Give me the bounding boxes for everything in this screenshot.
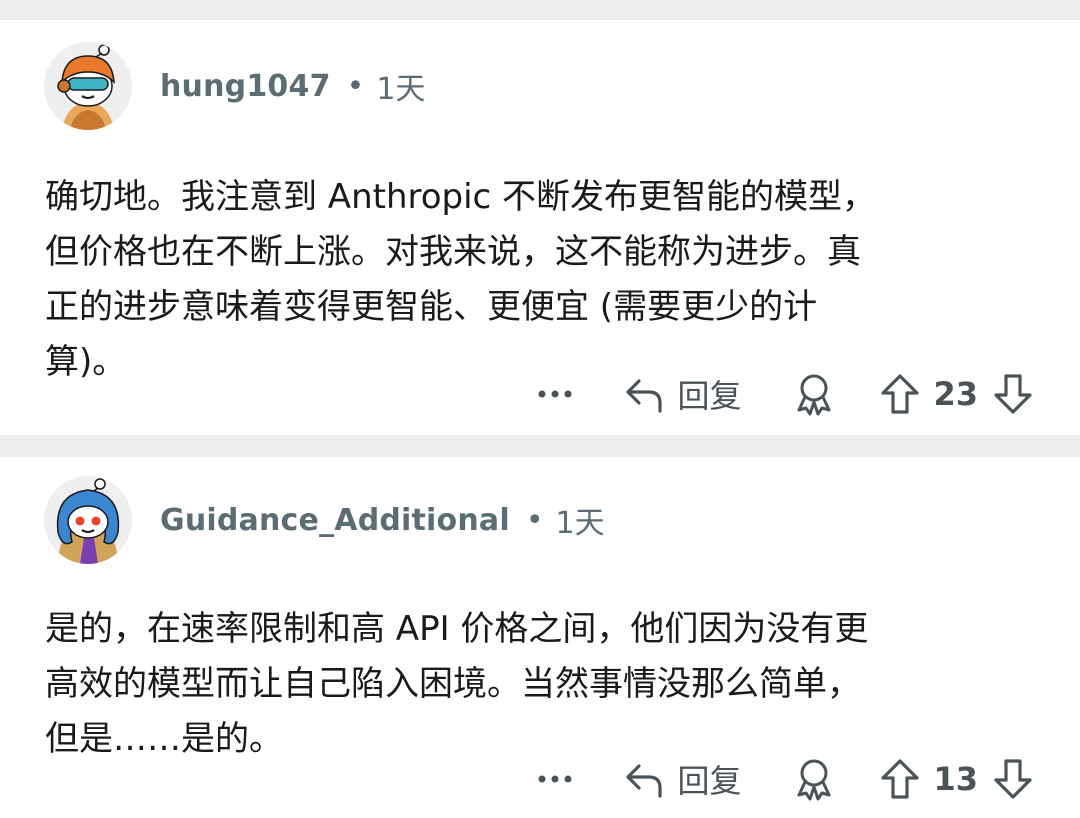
- comment-actions: 回复 13: [537, 754, 1034, 804]
- username[interactable]: hung1047: [160, 69, 331, 104]
- username[interactable]: Guidance_Additional: [160, 503, 510, 538]
- comment-card: Guidance_Additional • 1天 是的，在速率限制和高 API …: [0, 457, 1080, 818]
- snoo-avatar-hooded-icon[interactable]: [44, 476, 132, 564]
- more-options-button[interactable]: [537, 389, 573, 399]
- upvote-icon[interactable]: [879, 757, 921, 801]
- more-dots-icon: [538, 775, 572, 783]
- meta-separator: •: [525, 502, 544, 538]
- snoo-avatar-orange-helmet-icon[interactable]: [44, 42, 132, 130]
- more-dots-icon: [538, 390, 572, 398]
- award-button[interactable]: [793, 372, 835, 416]
- meta-separator: •: [346, 68, 365, 104]
- downvote-icon[interactable]: [992, 372, 1034, 416]
- comment-header: hung1047 • 1天: [44, 42, 425, 130]
- more-options-button[interactable]: [537, 774, 573, 784]
- comment-actions: 回复 23: [537, 369, 1034, 419]
- award-icon: [797, 759, 831, 801]
- award-icon: [797, 374, 831, 416]
- timestamp: 1天: [555, 506, 605, 541]
- comment-body: 确切地。我注意到 Anthropic 不断发布更智能的模型， 但价格也在不断上涨…: [45, 177, 877, 382]
- vote-group: 23: [879, 372, 1034, 416]
- reply-label: 回复: [677, 762, 742, 800]
- comment-body: 是的，在速率限制和高 API 价格之间，他们因为没有更 高效的模型而让自己陷入困…: [45, 609, 869, 759]
- vote-score: 13: [933, 760, 978, 798]
- vote-score: 23: [933, 375, 978, 413]
- award-button[interactable]: [793, 757, 835, 801]
- top-divider: [0, 0, 1080, 20]
- reply-arrow-icon: [626, 764, 663, 798]
- reply-arrow-icon: [626, 379, 663, 413]
- reply-button[interactable]: 回复: [623, 756, 741, 802]
- reply-label: 回复: [677, 377, 742, 415]
- timestamp: 1天: [376, 72, 426, 107]
- comment-card: hung1047 • 1天 确切地。我注意到 Anthropic 不断发布更智能…: [0, 20, 1080, 435]
- upvote-icon[interactable]: [879, 372, 921, 416]
- comment-header: Guidance_Additional • 1天: [44, 476, 605, 564]
- comment-divider: [0, 435, 1080, 457]
- vote-group: 13: [879, 757, 1034, 801]
- downvote-icon[interactable]: [992, 757, 1034, 801]
- reply-button[interactable]: 回复: [623, 371, 741, 417]
